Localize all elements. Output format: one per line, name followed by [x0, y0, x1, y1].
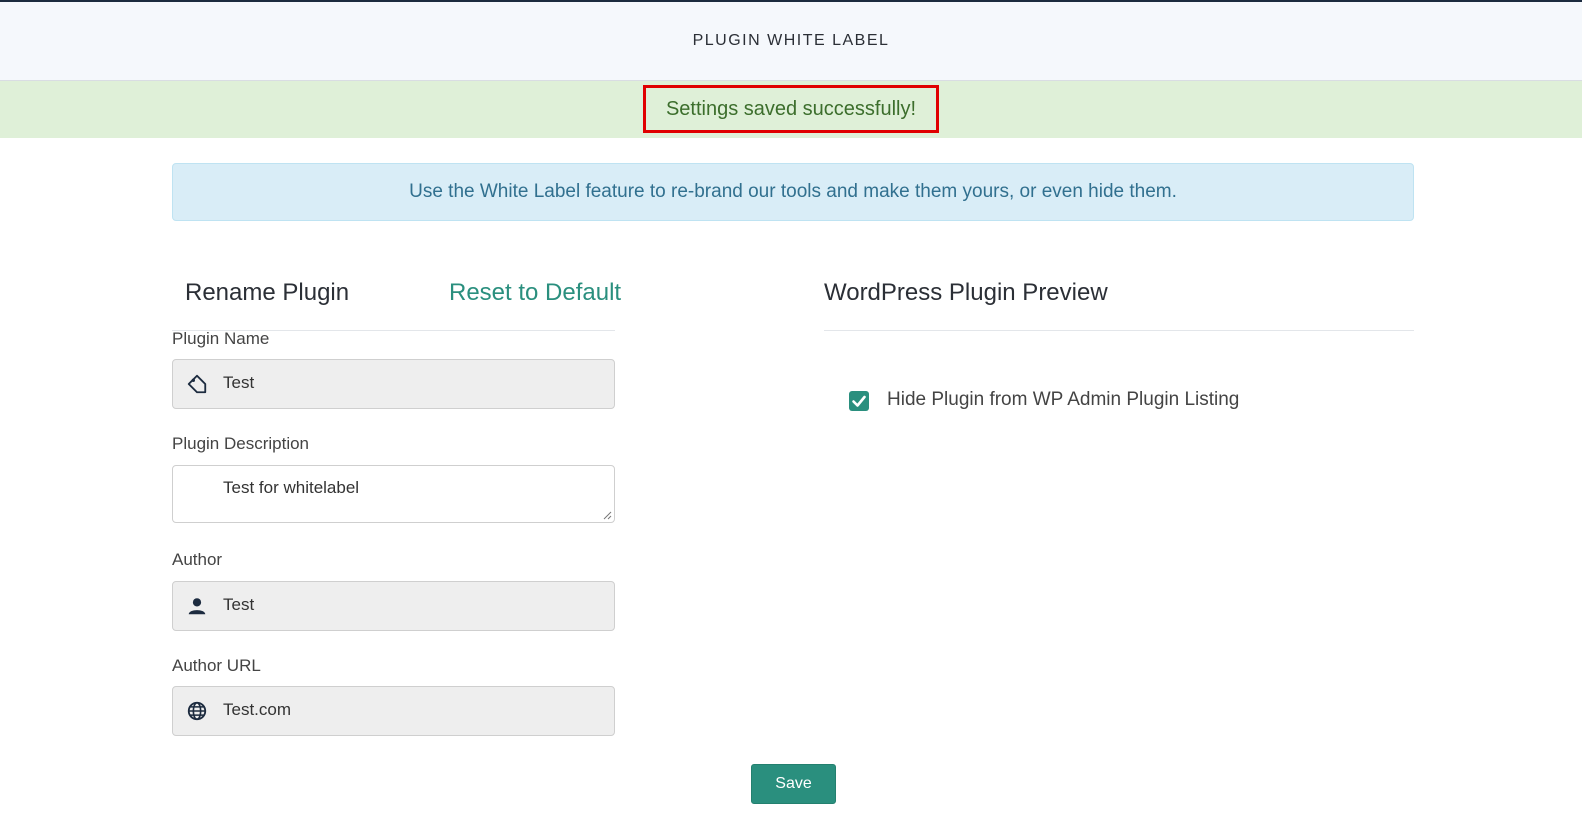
- wp-plugin-preview-title: WordPress Plugin Preview: [824, 279, 1108, 306]
- success-message: Settings saved successfully!: [665, 97, 917, 120]
- plugin-description-textarea[interactable]: Test for whitelabel: [172, 465, 615, 523]
- hide-plugin-label[interactable]: Hide Plugin from WP Admin Plugin Listing: [887, 389, 1239, 411]
- author-url-label: Author URL: [172, 656, 261, 675]
- tag-icon: [187, 374, 207, 394]
- author-url-value: Test.com: [223, 700, 292, 719]
- plugin-name-label: Plugin Name: [172, 329, 270, 348]
- success-alert-bar: Settings saved successfully!: [0, 81, 1582, 138]
- rename-plugin-title: Rename Plugin: [185, 279, 350, 306]
- author-url-input[interactable]: Test.com: [172, 686, 615, 736]
- author-value: Test: [223, 595, 255, 614]
- author-input[interactable]: Test: [172, 581, 615, 631]
- plugin-description-value: Test for whitelabel: [223, 478, 360, 497]
- info-banner: Use the White Label feature to re-brand …: [172, 163, 1414, 221]
- hide-plugin-checkbox[interactable]: [849, 391, 869, 411]
- top-header: PLUGIN WHITE LABEL: [0, 0, 1582, 81]
- person-icon: [188, 598, 206, 615]
- checkmark-icon: [852, 395, 866, 407]
- success-alert-highlight: Settings saved successfully!: [643, 85, 939, 133]
- plugin-name-value: Test: [223, 373, 255, 392]
- page-title: PLUGIN WHITE LABEL: [692, 32, 890, 49]
- plugin-name-input[interactable]: Test: [172, 359, 615, 409]
- resize-handle-icon[interactable]: [602, 510, 612, 520]
- info-message: Use the White Label feature to re-brand …: [409, 181, 1177, 202]
- author-label: Author: [172, 550, 223, 569]
- reset-to-default-link[interactable]: Reset to Default: [449, 279, 621, 307]
- save-button[interactable]: Save: [751, 764, 836, 804]
- preview-divider: [824, 330, 1414, 331]
- globe-icon: [187, 701, 207, 721]
- plugin-description-label: Plugin Description: [172, 434, 310, 453]
